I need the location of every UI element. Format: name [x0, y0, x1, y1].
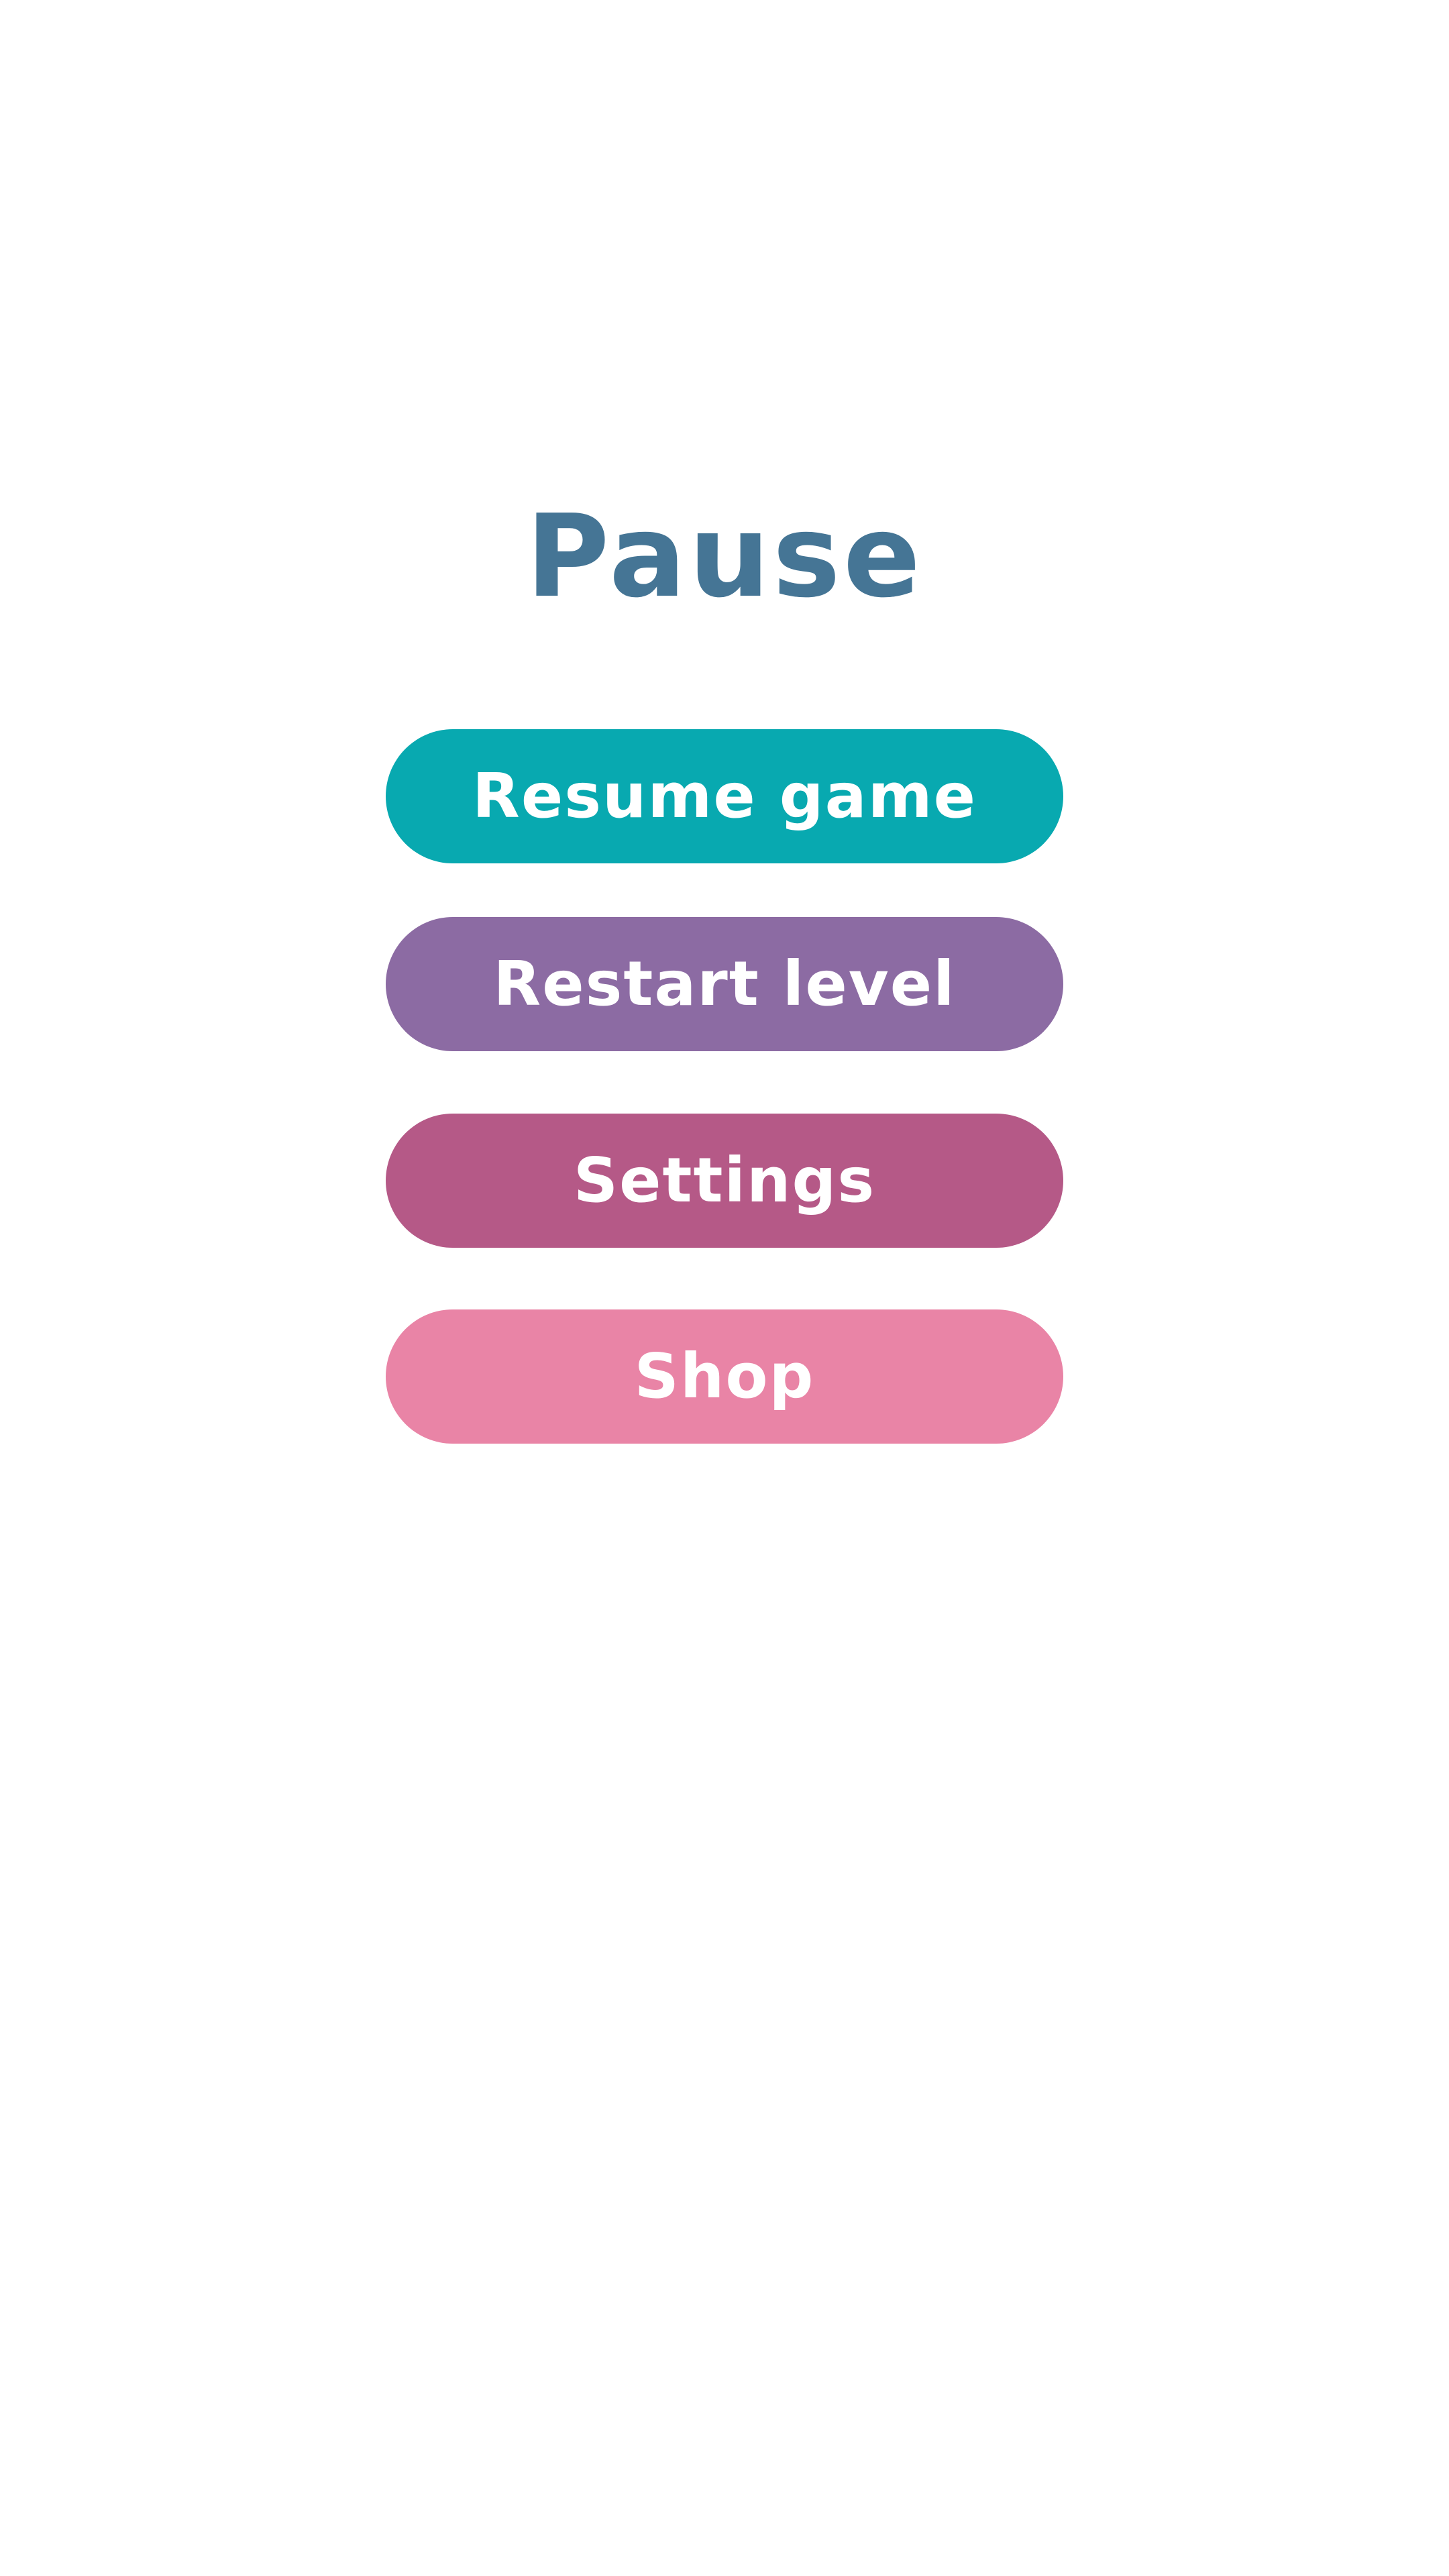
resume-game-label: Resume game: [472, 760, 977, 832]
shop-label: Shop: [634, 1340, 815, 1412]
settings-label: Settings: [573, 1144, 876, 1216]
settings-button[interactable]: Settings: [386, 1114, 1063, 1248]
restart-level-label: Restart level: [493, 948, 956, 1020]
pause-title: Pause: [525, 490, 924, 623]
shop-button[interactable]: Shop: [386, 1309, 1063, 1444]
pause-screen: Pause Resume game Restart level Settings…: [0, 0, 1449, 2576]
restart-level-button[interactable]: Restart level: [386, 917, 1063, 1051]
resume-game-button[interactable]: Resume game: [386, 729, 1063, 863]
